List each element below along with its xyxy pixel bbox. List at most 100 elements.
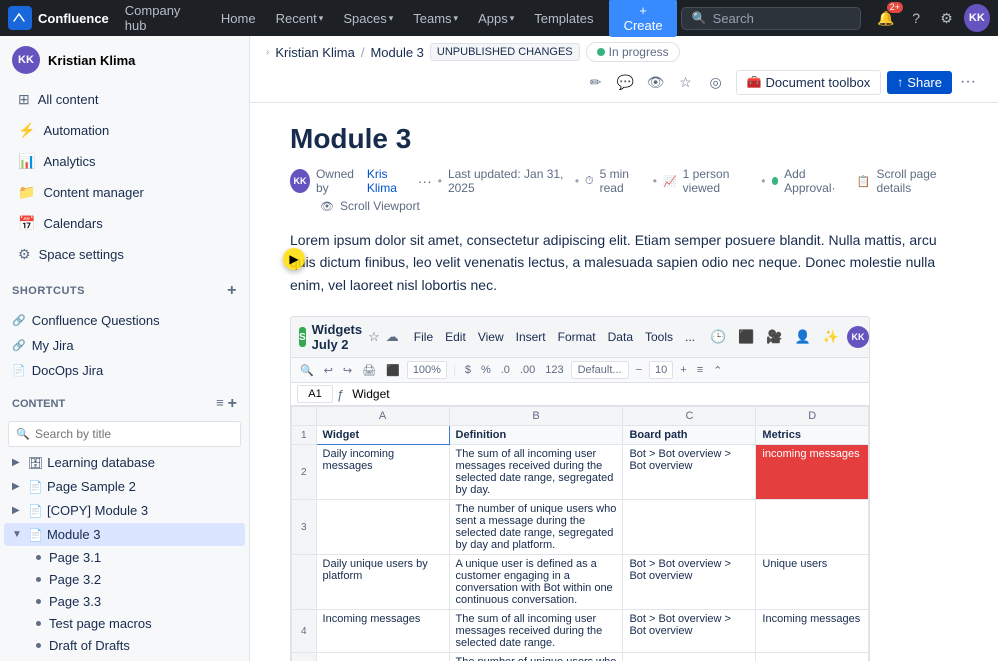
ss-print-icon[interactable]: 🖨 — [359, 362, 379, 379]
ss-cell-2d[interactable]: incoming messages — [756, 445, 869, 500]
ss-header-metrics[interactable]: Metrics — [756, 426, 869, 445]
ss-cell-5a[interactable] — [316, 653, 449, 661]
scroll-page-details-button[interactable]: Scroll page details — [877, 167, 959, 195]
ss-header-widget[interactable]: Widget — [316, 426, 449, 445]
tree-item-copy-module-3[interactable]: ▶ 📄 [COPY] Module 3 — [4, 499, 245, 522]
ss-sheet-icon[interactable]: ⬛ — [734, 327, 758, 347]
ss-history-icon[interactable]: 🕒 — [706, 327, 730, 347]
status-badge[interactable]: In progress — [586, 42, 680, 62]
ss-zoom-icon[interactable]: 🔍 — [297, 362, 317, 379]
comment-icon-button[interactable]: 💬 — [612, 68, 640, 96]
share-button[interactable]: ↑ Share — [887, 71, 952, 94]
ss-cell-2b[interactable]: The sum of all incoming user messages re… — [449, 445, 623, 500]
ss-decimal-0[interactable]: .0 — [498, 362, 513, 378]
view-icon-button[interactable]: 👁 — [642, 68, 670, 96]
ss-number-format[interactable]: 123 — [542, 362, 566, 378]
nav-link-company-hub[interactable]: Company hub — [117, 0, 209, 37]
sidebar-nav-item-space-settings[interactable]: ⚙ Space settings — [4, 240, 245, 269]
ss-cell-5c[interactable] — [623, 653, 756, 661]
ss-cell-4c[interactable]: Bot > Bot overview > Bot overview — [623, 610, 756, 653]
ss-cell-3c[interactable] — [623, 500, 756, 555]
search-bar[interactable]: 🔍 Search — [681, 7, 861, 30]
sidebar-nav-item-all-content[interactable]: ⊞ All content — [4, 85, 245, 114]
nav-link-apps[interactable]: Apps ▾ — [470, 7, 522, 30]
ss-col-header-d[interactable]: D — [756, 407, 869, 426]
ss-menu-edit[interactable]: Edit — [440, 328, 471, 346]
add-approval-button[interactable]: Add Approval· — [784, 167, 847, 195]
edit-icon-button[interactable]: ✏ — [582, 68, 610, 96]
nav-link-teams[interactable]: Teams ▾ — [405, 7, 466, 30]
ss-star-icon[interactable]: ☆ — [368, 329, 380, 345]
search-by-title-input[interactable] — [8, 421, 241, 447]
more-options-button[interactable]: ··· — [954, 68, 982, 96]
notification-button[interactable]: 🔔 2+ — [873, 4, 899, 32]
ss-more-formats-icon[interactable]: ≡ — [694, 362, 706, 378]
sidebar-nav-item-analytics[interactable]: 📊 Analytics — [4, 147, 245, 176]
sidebar-nav-item-automation[interactable]: ⚡ Automation — [4, 116, 245, 145]
tree-item-page-sample-2[interactable]: ▶ 📄 Page Sample 2 — [4, 475, 245, 498]
breadcrumb-user-link[interactable]: Kristian Klima — [275, 45, 354, 60]
ss-cell-5b[interactable]: The number of unique users who sent a me… — [449, 653, 623, 661]
ss-cell-3bb[interactable]: A unique user is defined as a customer e… — [449, 555, 623, 610]
document-toolbox-button[interactable]: 🧰 Document toolbox — [736, 70, 882, 95]
ss-cell-3b[interactable]: The number of unique users who sent a me… — [449, 500, 623, 555]
watch-icon-button[interactable]: ◎ — [702, 68, 730, 96]
ss-cell-3bc[interactable]: Bot > Bot overview > Bot overview — [623, 555, 756, 610]
ss-formula-input[interactable] — [348, 385, 863, 403]
ss-cell-4d[interactable]: Incoming messages — [756, 610, 869, 653]
ss-menu-tools[interactable]: Tools — [640, 328, 678, 346]
ss-header-board-path[interactable]: Board path — [623, 426, 756, 445]
ss-cell-4a[interactable]: Incoming messages — [316, 610, 449, 653]
ss-percent-icon[interactable]: % — [478, 362, 494, 378]
add-shortcut-button[interactable]: + — [227, 282, 237, 300]
star-icon-button[interactable]: ☆ — [672, 68, 700, 96]
ss-video-icon[interactable]: 🎥 — [762, 327, 786, 347]
list-view-icon[interactable]: ≡ — [216, 395, 224, 413]
tree-sub-item-draft-of-drafts[interactable]: Draft of Drafts — [4, 635, 245, 656]
ss-menu-data[interactable]: Data — [603, 328, 638, 346]
sidebar-nav-item-calendars[interactable]: 📅 Calendars — [4, 209, 245, 238]
user-avatar[interactable]: KK — [964, 4, 990, 32]
ss-cell-2c[interactable]: Bot > Bot overview > Bot overview — [623, 445, 756, 500]
ss-cell-5d[interactable] — [756, 653, 869, 661]
ss-cell-3a[interactable] — [316, 500, 449, 555]
sidebar-user[interactable]: KK Kristian Klima — [0, 36, 249, 84]
sidebar-nav-item-content-manager[interactable]: 📁 Content manager — [4, 178, 245, 207]
ss-menu-insert[interactable]: Insert — [511, 328, 551, 346]
shortcut-confluence-questions[interactable]: 🔗 Confluence Questions — [4, 309, 245, 332]
ss-font-size-increase[interactable]: + — [677, 362, 689, 378]
help-button[interactable]: ? — [903, 4, 929, 32]
ss-zoom-level[interactable]: 100% — [407, 361, 447, 379]
create-button[interactable]: + Create — [609, 0, 676, 37]
tree-sub-item-page-3-1[interactable]: Page 3.1 — [4, 547, 245, 568]
owner-name-link[interactable]: Kris Klima — [367, 167, 412, 195]
ss-cell-ref[interactable]: A1 — [297, 385, 333, 403]
ss-menu-format[interactable]: Format — [553, 328, 601, 346]
ss-user-add-icon[interactable]: 👤 — [791, 327, 815, 347]
ss-cell-3bd[interactable]: Unique users — [756, 555, 869, 610]
ss-collapse-icon[interactable]: ⌃ — [710, 362, 725, 379]
ss-col-header-a[interactable]: A — [316, 407, 449, 426]
shortcut-my-jira[interactable]: 🔗 My Jira — [4, 334, 245, 357]
tree-sub-item-page-3-3[interactable]: Page 3.3 — [4, 591, 245, 612]
tree-item-learning-database[interactable]: ▶ 🗄 Learning database — [4, 451, 245, 474]
ss-col-header-b[interactable]: B — [449, 407, 623, 426]
tree-item-module-3[interactable]: ▼ 📄 Module 3 — [4, 523, 245, 546]
nav-link-spaces[interactable]: Spaces ▾ — [335, 7, 401, 30]
nav-link-templates[interactable]: Templates — [526, 7, 601, 30]
tree-sub-item-page-3-2[interactable]: Page 3.2 — [4, 569, 245, 590]
ss-menu-file[interactable]: File — [409, 328, 438, 346]
ss-sparkle-icon[interactable]: ✨ — [819, 327, 843, 347]
ss-header-definition[interactable]: Definition — [449, 426, 623, 445]
ss-redo-icon[interactable]: ↪ — [340, 362, 355, 379]
tree-sub-item-live-commerce[interactable]: Live Commerce RN draft — [4, 657, 245, 661]
shortcut-docops-jira[interactable]: 📄 DocOps Jira — [4, 359, 245, 382]
tree-sub-item-test-page-macros[interactable]: Test page macros — [4, 613, 245, 634]
ss-decimal-00[interactable]: .00 — [517, 362, 538, 378]
more-options-icon[interactable]: ··· — [418, 173, 432, 189]
nav-link-recent[interactable]: Recent ▾ — [268, 7, 332, 30]
ss-menu-view[interactable]: View — [473, 328, 509, 346]
add-content-button[interactable]: + — [228, 395, 237, 413]
settings-button[interactable]: ⚙ — [933, 4, 959, 32]
ss-currency-icon[interactable]: $ — [462, 362, 474, 378]
